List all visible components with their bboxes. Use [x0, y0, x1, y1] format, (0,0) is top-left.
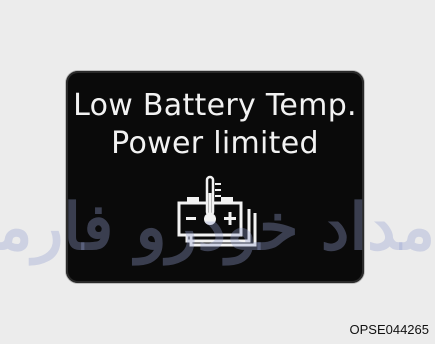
figure-code: OPSE044265: [349, 322, 429, 337]
warning-title: Low Battery Temp.: [73, 88, 357, 123]
warning-subtitle: Power limited: [111, 126, 319, 161]
watermark: مداد خودرو فارما: [0, 190, 435, 265]
